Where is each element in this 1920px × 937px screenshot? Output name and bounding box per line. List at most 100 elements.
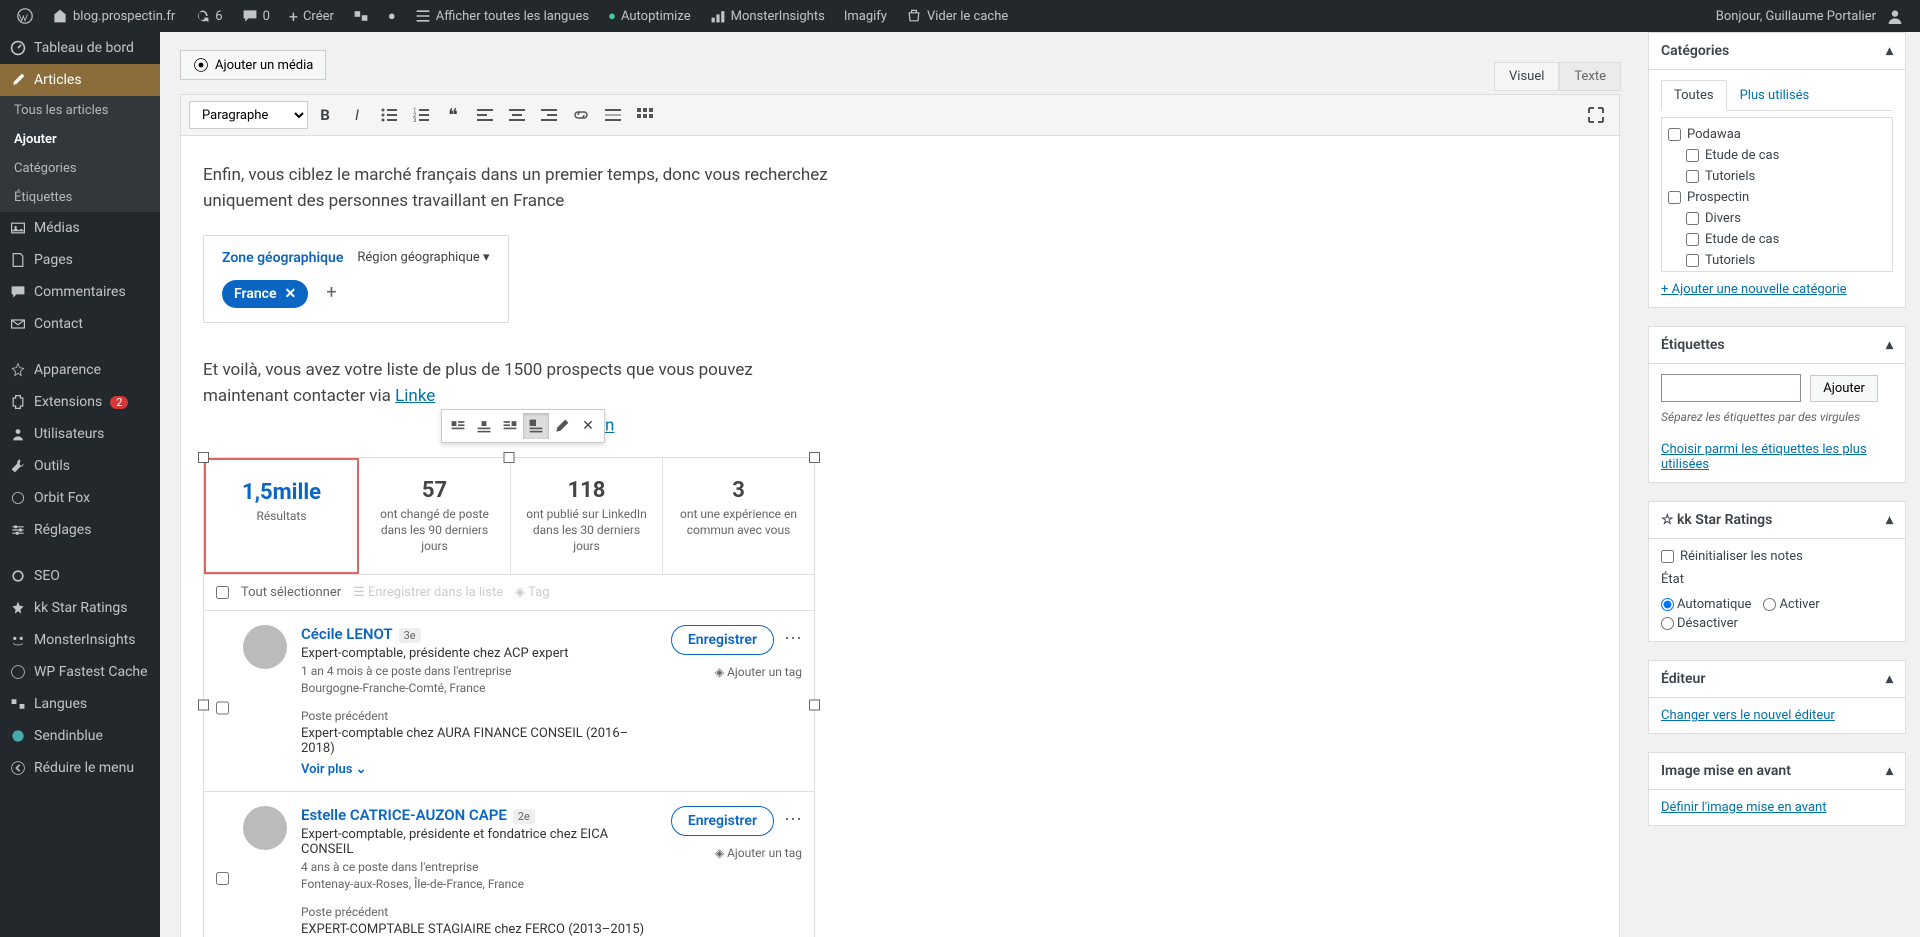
bullet-list-button[interactable] [374, 100, 404, 130]
person-checkbox[interactable] [216, 639, 229, 777]
align-right-button[interactable] [534, 100, 564, 130]
geo-chip-france[interactable]: France✕ [222, 280, 308, 308]
category-checkbox[interactable] [1686, 233, 1699, 246]
state-auto-radio[interactable] [1661, 598, 1674, 611]
panel-toggle-icon[interactable]: ▴ [1886, 763, 1893, 779]
autoptimize[interactable]: ●Autoptimize [601, 0, 698, 32]
tag-input[interactable] [1661, 374, 1801, 402]
submenu-all-articles[interactable]: Tous les articles [0, 96, 160, 125]
category-checkbox[interactable] [1686, 170, 1699, 183]
results-screenshot[interactable]: 1,5milleRésultats57ont changé de poste d… [203, 457, 815, 937]
menu-extensions[interactable]: Extensions2 [0, 386, 160, 418]
menu-users[interactable]: Utilisateurs [0, 418, 160, 450]
img-align-center[interactable] [471, 413, 497, 439]
tab-visual[interactable]: Visuel [1494, 62, 1559, 91]
add-tag-button[interactable]: Ajouter [1810, 375, 1878, 402]
quote-button[interactable]: ❝ [438, 100, 468, 130]
imagify[interactable]: Imagify [837, 0, 894, 32]
menu-wpfastest[interactable]: WP Fastest Cache [0, 656, 160, 688]
remove-chip-icon[interactable]: ✕ [285, 286, 297, 302]
img-align-none[interactable] [523, 413, 549, 439]
panel-toggle-icon[interactable]: ▴ [1886, 43, 1893, 59]
updates-count[interactable]: 6 [187, 0, 229, 32]
cat-tab-most[interactable]: Plus utilisés [1727, 80, 1823, 111]
linkedin-link-left[interactable]: Linke [395, 386, 435, 406]
geo-dropdown[interactable]: Région géographique ▾ [357, 250, 489, 265]
set-featured-link[interactable]: Définir l'image mise en avant [1661, 800, 1826, 815]
img-align-right[interactable] [497, 413, 523, 439]
person-name[interactable]: Estelle CATRICE-AUZON CAPE [301, 806, 507, 824]
img-remove-button[interactable]: ✕ [575, 413, 601, 439]
category-checkbox[interactable] [1668, 191, 1681, 204]
align-center-button[interactable] [502, 100, 532, 130]
menu-tools[interactable]: Outils [0, 450, 160, 482]
user-greeting[interactable]: Bonjour, Guillaume Portalier [1709, 0, 1910, 32]
wpml-icon[interactable] [346, 0, 376, 32]
cat-tab-all[interactable]: Toutes [1661, 80, 1727, 111]
link-button[interactable] [566, 100, 596, 130]
fullscreen-button[interactable] [1581, 100, 1611, 130]
submenu-add[interactable]: Ajouter [0, 125, 160, 154]
menu-dashboard[interactable]: Tableau de bord [0, 32, 160, 64]
category-checkbox[interactable] [1686, 212, 1699, 225]
menu-articles[interactable]: Articles [0, 64, 160, 96]
format-select[interactable]: Paragraphe [189, 101, 308, 129]
show-all-langs[interactable]: Afficher toutes les langues [408, 0, 596, 32]
more-actions-icon[interactable]: ⋯ [784, 809, 802, 830]
save-person-button[interactable]: Enregistrer [671, 625, 774, 655]
add-category-link[interactable]: + Ajouter une nouvelle catégorie [1661, 282, 1847, 297]
person-checkbox[interactable] [216, 820, 229, 937]
add-tag-link[interactable]: ◈ Ajouter un tag [671, 665, 802, 679]
menu-kkstar[interactable]: kk Star Ratings [0, 592, 160, 624]
more-actions-icon[interactable]: ⋯ [784, 628, 802, 649]
resize-handle[interactable] [809, 452, 820, 463]
menu-seo[interactable]: SEO [0, 560, 160, 592]
submenu-categories[interactable]: Catégories [0, 154, 160, 183]
site-link[interactable]: blog.prospectin.fr [45, 0, 182, 32]
panel-toggle-icon[interactable]: ▴ [1886, 512, 1893, 528]
state-enable-radio[interactable] [1763, 598, 1776, 611]
comments-count[interactable]: 0 [235, 0, 277, 32]
panel-toggle-icon[interactable]: ▴ [1886, 671, 1893, 687]
img-align-left[interactable] [445, 413, 471, 439]
category-checkbox[interactable] [1686, 149, 1699, 162]
tab-text[interactable]: Texte [1559, 62, 1621, 91]
menu-settings[interactable]: Réglages [0, 514, 160, 546]
menu-collapse[interactable]: Réduire le menu [0, 752, 160, 784]
menu-orbit-fox[interactable]: Orbit Fox [0, 482, 160, 514]
menu-langs[interactable]: Langues [0, 688, 160, 720]
editor-body[interactable]: Enfin, vous ciblez le marché français da… [180, 136, 1620, 937]
choose-tags-link[interactable]: Choisir parmi les étiquettes les plus ut… [1661, 442, 1893, 472]
clear-cache[interactable]: Vider le cache [899, 0, 1015, 32]
menu-media[interactable]: Médias [0, 212, 160, 244]
menu-appearance[interactable]: Apparence [0, 354, 160, 386]
resize-handle[interactable] [809, 700, 820, 711]
person-name[interactable]: Cécile LENOT [301, 625, 393, 643]
add-media-button[interactable]: Ajouter un média [180, 50, 326, 80]
menu-monsterinsights[interactable]: MonsterInsights [0, 624, 160, 656]
submenu-tags[interactable]: Étiquettes [0, 183, 160, 212]
menu-comments[interactable]: Commentaires [0, 276, 160, 308]
category-checkbox[interactable] [1668, 128, 1681, 141]
select-all-checkbox[interactable] [216, 586, 229, 599]
monsterinsights[interactable]: MonsterInsights [703, 0, 832, 32]
resize-handle[interactable] [198, 700, 209, 711]
menu-contact[interactable]: Contact [0, 308, 160, 340]
state-disable-radio[interactable] [1661, 617, 1674, 630]
menu-pages[interactable]: Pages [0, 244, 160, 276]
resize-handle[interactable] [504, 452, 515, 463]
reset-ratings-checkbox[interactable] [1661, 550, 1674, 563]
category-checkbox[interactable] [1686, 254, 1699, 267]
img-edit-button[interactable] [549, 413, 575, 439]
resize-handle[interactable] [198, 452, 209, 463]
bold-button[interactable]: B [310, 100, 340, 130]
wp-logo[interactable] [10, 0, 40, 32]
linkedin-link-right[interactable]: n [605, 416, 614, 436]
lang-flag[interactable]: ● [381, 0, 403, 32]
add-geo-button[interactable]: + [319, 280, 343, 304]
add-tag-link[interactable]: ◈ Ajouter un tag [671, 846, 802, 860]
save-person-button[interactable]: Enregistrer [671, 806, 774, 836]
switch-editor-link[interactable]: Changer vers le nouvel éditeur [1661, 708, 1835, 723]
panel-toggle-icon[interactable]: ▴ [1886, 337, 1893, 353]
create-new[interactable]: +Créer [282, 0, 341, 32]
